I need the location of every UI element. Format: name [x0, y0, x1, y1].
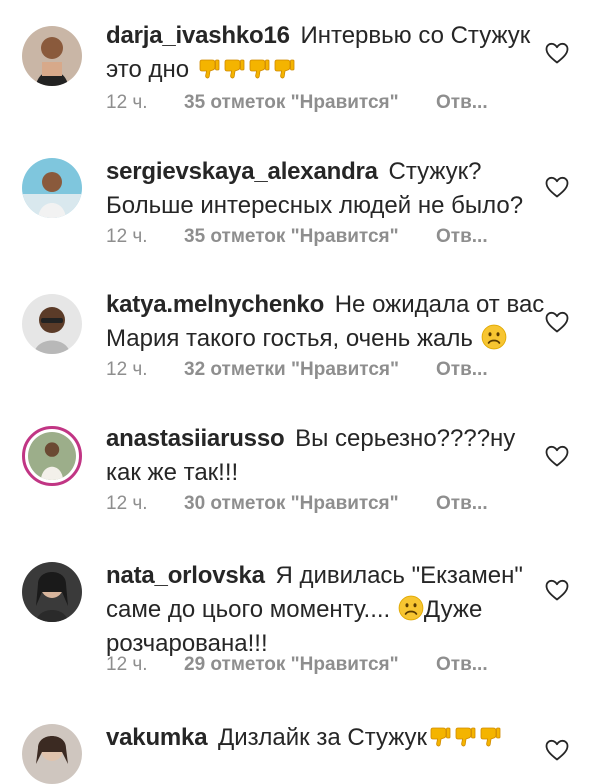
- comment-username[interactable]: sergievskaya_alexandra: [106, 158, 378, 185]
- comment-time: 12 ч.: [106, 92, 148, 113]
- thumbs-down-icon: [428, 725, 452, 749]
- comment-text: anastasiiarusso Вы серьезно????ну как же…: [106, 422, 546, 490]
- heart-icon[interactable]: [544, 738, 570, 762]
- comment-text: katya.melnychenko Не ожидала от вас Мари…: [106, 288, 546, 356]
- avatar[interactable]: [22, 562, 82, 622]
- comment-username[interactable]: nata_orlovska: [106, 562, 265, 589]
- thumbs-down-icon: [197, 57, 221, 81]
- comment-time: 12 ч.: [106, 226, 148, 247]
- reply-button[interactable]: Отв...: [436, 493, 488, 515]
- comment-body: Дизлайк за Стужук: [218, 724, 428, 751]
- avatar[interactable]: [22, 724, 82, 784]
- likes-count-link[interactable]: 30 отметок "Нравится": [184, 493, 399, 515]
- reply-button[interactable]: Отв...: [436, 654, 488, 676]
- reply-button[interactable]: Отв...: [436, 226, 488, 248]
- comment-text: vakumka Дизлайк за Стужук: [106, 721, 546, 755]
- comment-username[interactable]: vakumka: [106, 724, 208, 751]
- heart-icon[interactable]: [544, 41, 570, 65]
- comment-text: nata_orlovska Я дивилась "Екзамен" саме …: [106, 559, 546, 661]
- heart-icon[interactable]: [544, 310, 570, 334]
- confused-face-icon: [398, 595, 424, 621]
- likes-count-link[interactable]: 32 отметки "Нравится": [184, 359, 399, 381]
- comment-username[interactable]: darja_ivashko16: [106, 22, 290, 49]
- likes-count-link[interactable]: 29 отметок "Нравится": [184, 654, 399, 676]
- comment-time: 12 ч.: [106, 493, 148, 514]
- comment-time: 12 ч.: [106, 654, 148, 675]
- thumbs-down-icon: [478, 725, 502, 749]
- heart-icon[interactable]: [544, 175, 570, 199]
- reply-button[interactable]: Отв...: [436, 92, 488, 114]
- thumbs-down-icon: [272, 57, 296, 81]
- avatar[interactable]: [22, 26, 82, 86]
- heart-icon[interactable]: [544, 578, 570, 602]
- comment-text: sergievskaya_alexandra Стужук? Больше ин…: [106, 155, 546, 223]
- likes-count-link[interactable]: 35 отметок "Нравится": [184, 92, 399, 114]
- confused-face-icon: [481, 324, 507, 350]
- heart-icon[interactable]: [544, 444, 570, 468]
- comment-username[interactable]: anastasiiarusso: [106, 425, 285, 452]
- thumbs-down-icon: [453, 725, 477, 749]
- avatar[interactable]: [22, 426, 82, 486]
- comment-time: 12 ч.: [106, 359, 148, 380]
- thumbs-down-icon: [247, 57, 271, 81]
- thumbs-down-icon: [222, 57, 246, 81]
- comment-username[interactable]: katya.melnychenko: [106, 291, 324, 318]
- avatar[interactable]: [22, 294, 82, 354]
- likes-count-link[interactable]: 35 отметок "Нравится": [184, 226, 399, 248]
- comment-text: darja_ivashko16 Интервью со Стужук это д…: [106, 19, 546, 87]
- avatar[interactable]: [22, 158, 82, 218]
- reply-button[interactable]: Отв...: [436, 359, 488, 381]
